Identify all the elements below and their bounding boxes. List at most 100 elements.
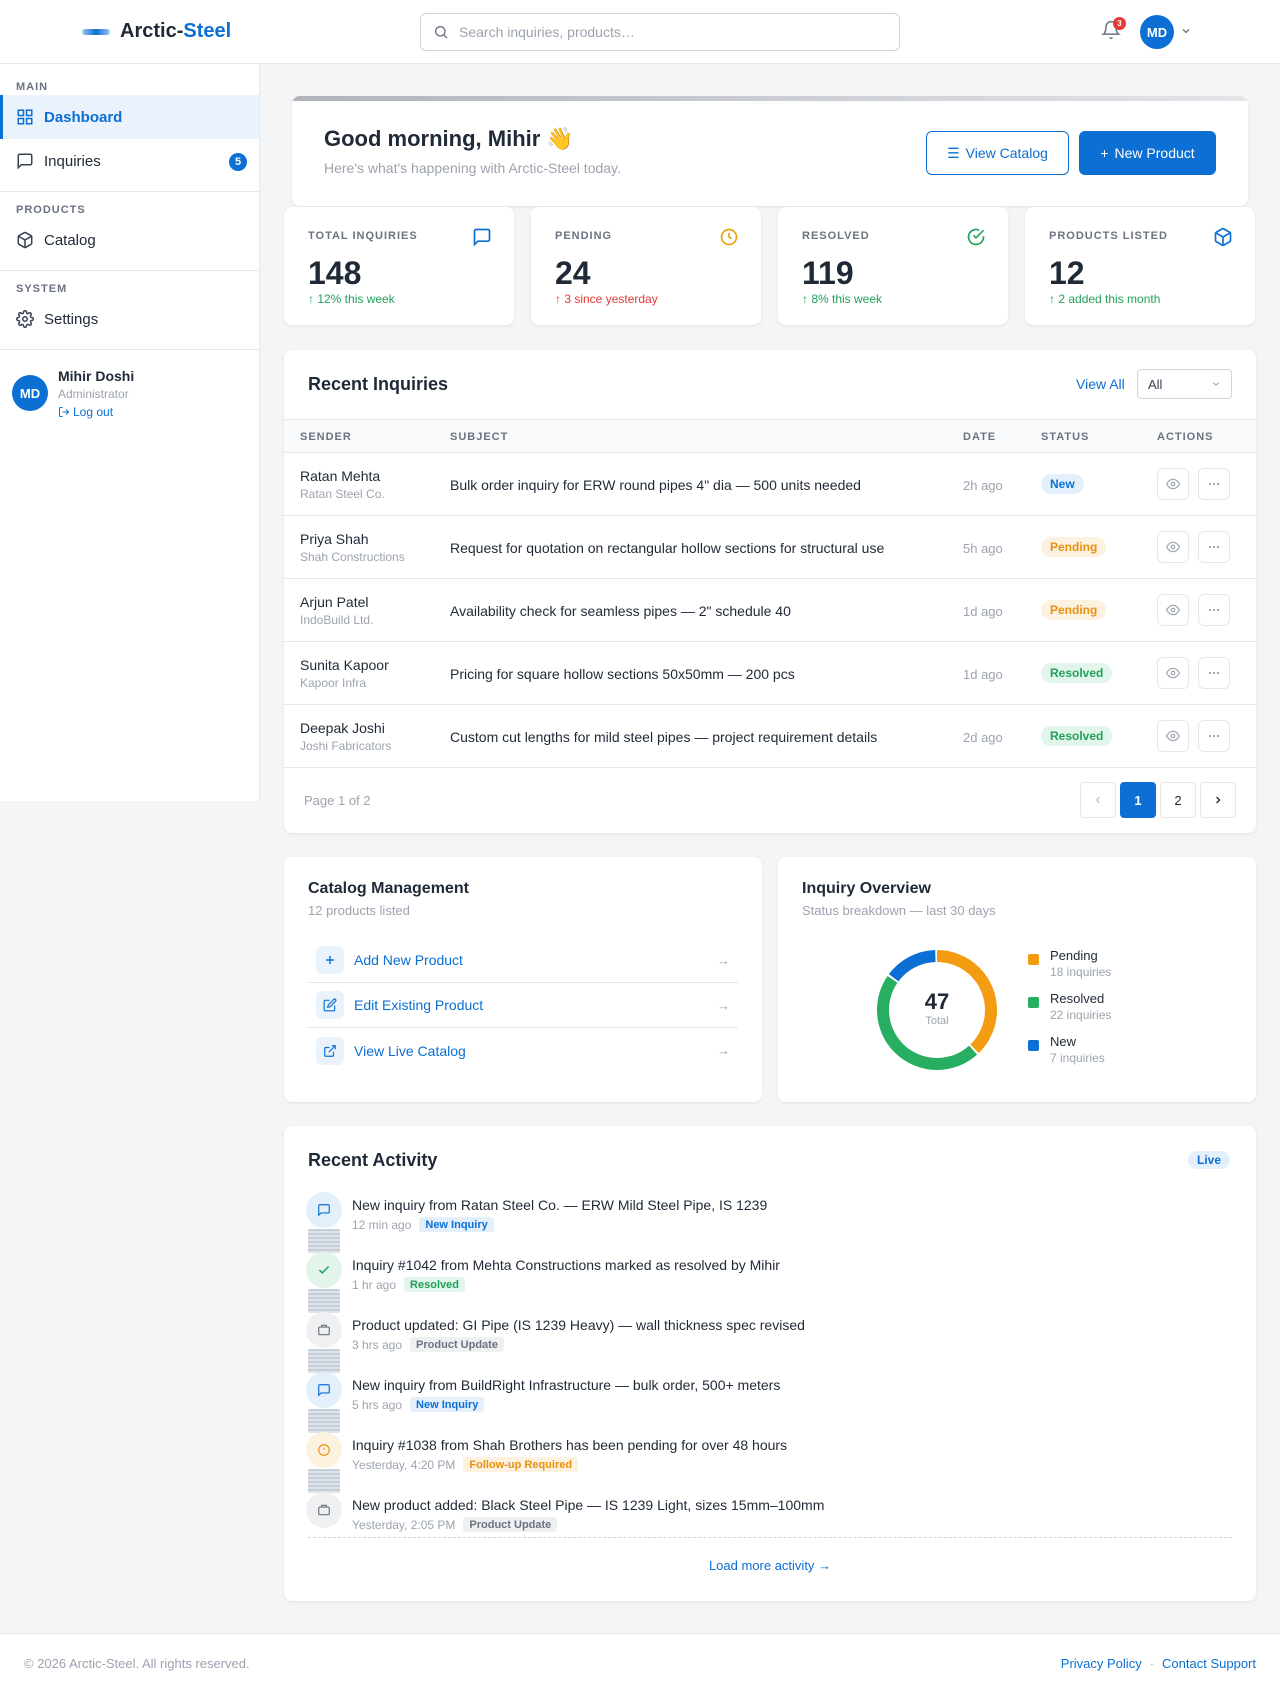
activity-time: 1 hr ago xyxy=(352,1277,397,1292)
view-button[interactable] xyxy=(1157,531,1189,563)
more-button[interactable] xyxy=(1198,720,1230,752)
sender-company: IndoBuild Ltd. xyxy=(300,613,374,627)
page-button-2[interactable]: 2 xyxy=(1160,782,1196,818)
timeline-connector xyxy=(308,1409,340,1433)
load-more-activity-link[interactable]: Load more activity → xyxy=(284,1558,1256,1573)
activity-tag: Product Update xyxy=(463,1517,558,1532)
external-link-icon xyxy=(316,1036,344,1065)
inquiry-date: 5h ago xyxy=(963,541,1003,556)
table-row[interactable]: Sunita Kapoor Kapoor Infra Pricing for s… xyxy=(284,642,1256,705)
donut-total: 47 xyxy=(924,989,950,1014)
more-horizontal-icon xyxy=(1208,546,1220,548)
user-role: Administrator xyxy=(58,387,129,401)
search-input[interactable] xyxy=(459,24,879,40)
more-button[interactable] xyxy=(1198,468,1230,500)
table-row[interactable]: Ratan Mehta Ratan Steel Co. Bulk order i… xyxy=(284,453,1256,516)
timeline-connector xyxy=(308,1289,340,1313)
package-icon xyxy=(306,1312,342,1348)
logo[interactable]: Arctic-Steel xyxy=(82,20,231,43)
user-avatar[interactable]: MD xyxy=(1140,15,1174,49)
more-horizontal-icon xyxy=(1208,735,1220,737)
stat-delta: ↑ 12% this week xyxy=(308,292,395,306)
inquiry-subject: Request for quotation on rectangular hol… xyxy=(450,540,885,556)
top-header: Arctic-Steel 3 MD xyxy=(0,0,1280,64)
overview-subtitle: Status breakdown — last 30 days xyxy=(802,903,996,918)
stat-label: PENDING xyxy=(555,230,613,242)
view-button[interactable] xyxy=(1157,594,1189,626)
eye-icon xyxy=(1166,604,1180,616)
sidebar-item-settings[interactable]: Settings xyxy=(0,297,259,341)
sidebar-item-inquiries[interactable]: Inquiries 5 xyxy=(0,139,259,183)
view-catalog-button[interactable]: ☰ View Catalog xyxy=(926,131,1069,175)
table-row[interactable]: Arjun Patel IndoBuild Ltd. Availability … xyxy=(284,579,1256,642)
more-button[interactable] xyxy=(1198,594,1230,626)
stat-delta: ↑ 3 since yesterday xyxy=(555,292,658,306)
status-filter-select[interactable]: All xyxy=(1137,369,1232,399)
view-all-link[interactable]: View All xyxy=(1076,376,1125,392)
notification-badge: 3 xyxy=(1113,17,1126,30)
alert-icon xyxy=(306,1432,342,1468)
inquiry-overview-card: Inquiry Overview Status breakdown — last… xyxy=(778,857,1256,1102)
activity-time: Yesterday, 4:20 PM xyxy=(352,1457,456,1472)
add-new-product-link[interactable]: Add New Product → xyxy=(308,938,738,983)
more-button[interactable] xyxy=(1198,531,1230,563)
welcome-accent-line xyxy=(292,96,1248,101)
stat-card-pending: PENDING 24 ↑ 3 since yesterday xyxy=(531,207,761,325)
prev-page-button[interactable] xyxy=(1080,782,1116,818)
chevron-down-icon xyxy=(1213,382,1219,386)
search-box[interactable] xyxy=(420,13,900,51)
new-product-button[interactable]: + New Product xyxy=(1079,131,1216,175)
sidebar: MAIN Dashboard Inquiries 5 PRODUCTS Cata… xyxy=(0,64,260,801)
clock-icon xyxy=(720,228,738,246)
gear-icon xyxy=(16,310,34,328)
plus-icon xyxy=(316,946,344,974)
contact-support-link[interactable]: Contact Support xyxy=(1162,1656,1256,1671)
user-name: Mihir Doshi xyxy=(58,368,135,384)
column-header: SUBJECT xyxy=(450,431,509,443)
live-badge: Live xyxy=(1188,1151,1231,1169)
eye-icon xyxy=(1166,541,1180,553)
welcome-card: Good morning, Mihir 👋 Here's what's happ… xyxy=(292,96,1248,206)
message-icon xyxy=(306,1372,342,1408)
table-row[interactable]: Priya Shah Shah Constructions Request fo… xyxy=(284,516,1256,579)
activity-tag: Product Update xyxy=(410,1337,504,1352)
activity-text: New product added: Black Steel Pipe — IS… xyxy=(352,1497,825,1513)
grid-icon xyxy=(17,109,33,125)
logout-icon xyxy=(59,407,70,417)
check-icon xyxy=(306,1252,342,1288)
more-horizontal-icon xyxy=(1208,483,1220,485)
stat-label: PRODUCTS LISTED xyxy=(1049,230,1168,242)
arrow-right-icon: → xyxy=(717,1043,730,1058)
stat-value: 24 xyxy=(555,255,591,291)
privacy-policy-link[interactable]: Privacy Policy xyxy=(1061,1656,1142,1671)
view-button[interactable] xyxy=(1157,720,1189,752)
view-live-catalog-link[interactable]: View Live Catalog → xyxy=(308,1028,738,1073)
more-button[interactable] xyxy=(1198,657,1230,689)
sidebar-item-catalog[interactable]: Catalog xyxy=(0,218,259,262)
more-horizontal-icon xyxy=(1208,672,1220,674)
table-row[interactable]: Deepak Joshi Joshi Fabricators Custom cu… xyxy=(284,705,1256,768)
chevron-down-icon[interactable] xyxy=(1180,25,1192,37)
page-button-1[interactable]: 1 xyxy=(1120,782,1156,818)
list-icon: ☰ xyxy=(947,144,960,161)
catalog-action-label: View Live Catalog xyxy=(354,1042,466,1059)
sidebar-item-label: Catalog xyxy=(44,231,96,249)
logout-link[interactable]: Log out xyxy=(58,405,113,419)
recent-inquiries-title: Recent Inquiries xyxy=(308,374,449,394)
eye-icon xyxy=(1166,667,1180,679)
view-button[interactable] xyxy=(1157,468,1189,500)
footer-separator: · xyxy=(1149,1656,1155,1671)
search-icon xyxy=(435,26,448,39)
edit-existing-product-link[interactable]: Edit Existing Product → xyxy=(308,983,738,1028)
legend-swatch xyxy=(1028,954,1039,965)
activity-time: Yesterday, 2:05 PM xyxy=(352,1517,456,1532)
notifications-button[interactable]: 3 xyxy=(1101,17,1126,42)
recent-inquiries-card: Recent Inquiries View All All SENDER SUB… xyxy=(284,350,1256,833)
next-page-button[interactable] xyxy=(1200,782,1236,818)
sidebar-item-dashboard[interactable]: Dashboard xyxy=(0,95,259,139)
divider xyxy=(0,270,259,271)
activity-tag: New Inquiry xyxy=(410,1397,485,1412)
view-button[interactable] xyxy=(1157,657,1189,689)
stat-value: 119 xyxy=(802,255,854,291)
greeting: Good morning, Mihir 👋 xyxy=(324,126,574,151)
